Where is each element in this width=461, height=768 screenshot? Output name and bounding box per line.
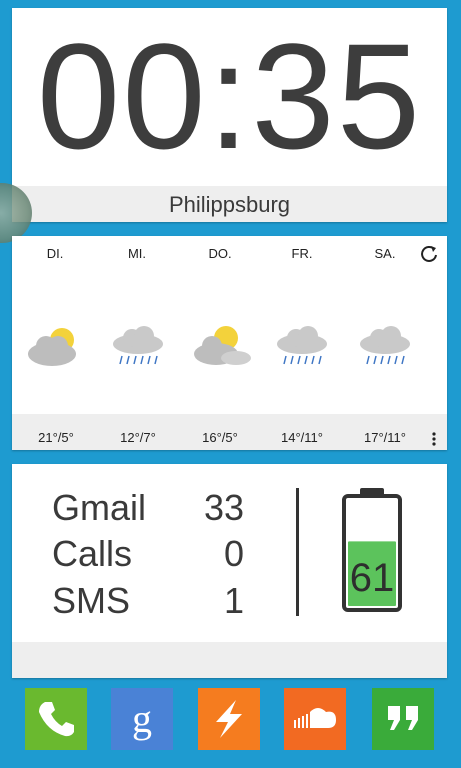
svg-text:g: g: [132, 696, 152, 741]
battery-level-label: 61: [349, 556, 395, 600]
weather-temp: 21°/5°: [38, 430, 74, 445]
clock-widget[interactable]: 00:35 Philippsburg: [12, 8, 447, 222]
gmail-count: 33: [203, 487, 244, 528]
widget-footer: [12, 642, 447, 678]
overflow-menu-icon[interactable]: [431, 432, 437, 446]
google-search-app-button[interactable]: g: [111, 688, 173, 750]
clock-time: 00:35: [36, 12, 423, 180]
rain-icon: [277, 326, 327, 365]
refresh-icon[interactable]: [419, 244, 439, 264]
weather-temp: 14°/11°: [281, 430, 323, 445]
notification-counts-widget[interactable]: Gmail 33 Calls 0 SMS 1 61: [12, 464, 447, 678]
weather-day-label: FR.: [291, 246, 313, 261]
weather-day-label: MI.: [127, 246, 147, 261]
sms-count: 1: [223, 580, 244, 621]
city-label: Philippsburg: [12, 186, 447, 222]
partly-cloudy-icon: [28, 328, 76, 366]
weather-temp: 16°/5°: [202, 430, 238, 445]
lightning-app-button[interactable]: [198, 688, 260, 750]
calls-label: Calls: [52, 533, 133, 574]
phone-app-button[interactable]: [25, 688, 87, 750]
sms-label: SMS: [52, 580, 131, 621]
google-search-icon: g: [111, 688, 173, 750]
weather-day-label: DI.: [46, 246, 64, 261]
divider: [296, 488, 299, 616]
battery-indicator: 61: [340, 486, 404, 614]
rain-icon: [113, 326, 163, 365]
weather-temp: 12°/7°: [120, 430, 156, 445]
gmail-label: Gmail: [52, 487, 147, 528]
phone-icon: [25, 688, 87, 750]
weather-temp: 17°/11°: [364, 430, 406, 445]
calls-count: 0: [223, 533, 244, 574]
hangouts-icon: [372, 688, 434, 750]
soundcloud-app-button[interactable]: [284, 688, 346, 750]
weather-day-label: SA.: [374, 246, 396, 261]
lightning-icon: [198, 688, 260, 750]
rain-icon: [360, 326, 410, 365]
weather-day-label: DO.: [208, 246, 232, 261]
hangouts-app-button[interactable]: [372, 688, 434, 750]
weather-widget[interactable]: DI. MI. DO. FR. SA. 21°/5° 12°/7° 16°/5°…: [12, 236, 447, 450]
soundcloud-icon: [284, 688, 346, 750]
partly-cloudy-icon: [194, 326, 251, 365]
